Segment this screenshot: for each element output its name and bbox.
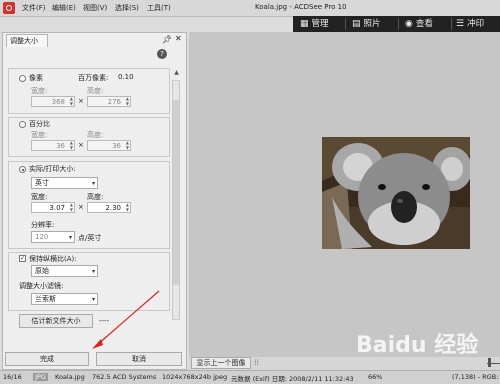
image-index: 16/16	[3, 373, 22, 381]
exif-date: 元数据 (Exif) 日期: 2008/2/11 11:32:43	[231, 375, 354, 383]
image-dimensions: 1024x768x24b jpeg	[162, 373, 228, 381]
file-size: 762.5 ACD Systems	[92, 373, 157, 381]
show-previous-button[interactable]: 显示上一个图像	[191, 357, 251, 369]
svg-text:Baidu 经验: Baidu 经验	[356, 332, 478, 358]
zoom-level: 66%	[368, 373, 383, 381]
file-name: Koala.jpg	[55, 373, 85, 381]
dots-icon: ⁞⁞	[254, 358, 260, 367]
koala-photo	[322, 137, 470, 249]
zoom-slider-handle[interactable]	[488, 358, 491, 367]
pixel-coords: (7,138) - RGB: 2	[452, 373, 500, 381]
file-type-badge: JPG	[33, 373, 48, 381]
